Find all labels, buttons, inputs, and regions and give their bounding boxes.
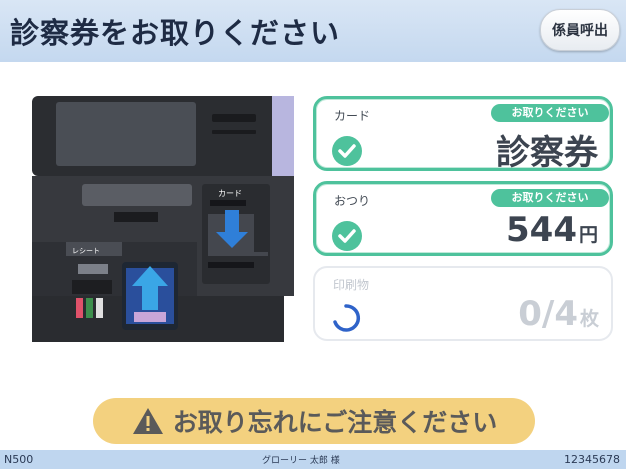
receipt-slot-label: レシート	[72, 247, 100, 255]
call-staff-button[interactable]: 係員呼出	[540, 9, 620, 51]
printout-item-label: 印刷物	[333, 278, 370, 292]
patient-name: グローリー 太郎 様	[262, 456, 340, 466]
printout-item-card: 印刷物 0/4 枚	[313, 266, 613, 341]
check-icon	[332, 136, 362, 166]
terminal-id: N500	[4, 453, 34, 466]
card-item-card: カード お取りください 診察券	[313, 96, 613, 173]
warning-icon	[132, 408, 163, 434]
warning-banner: お取り忘れにご注意ください	[93, 398, 535, 444]
kiosk-machine-illustration: カード レシート	[32, 96, 294, 342]
header-bar: 診察券をお取りください 係員呼出	[0, 0, 626, 62]
card-item-label: カード	[334, 109, 371, 123]
card-item-value: 診察券	[496, 133, 598, 173]
status-badge: お取りください	[491, 104, 609, 122]
change-item-card: おつり お取りください 544 円	[313, 181, 613, 256]
patient-number: 12345678	[564, 453, 620, 466]
spinner-icon	[331, 303, 361, 333]
page-title: 診察券をお取りください	[10, 16, 341, 50]
card-slot-label: カード	[218, 189, 242, 198]
warning-text: お取り忘れにご注意ください	[172, 408, 498, 437]
printout-item-value: 0/4 枚	[518, 294, 599, 334]
change-item-label: おつり	[334, 194, 371, 208]
change-item-value: 544 円	[506, 210, 598, 250]
status-badge: お取りください	[491, 189, 609, 207]
footer-bar: N500 グローリー 太郎 様 12345678	[0, 450, 626, 469]
check-icon	[332, 221, 362, 251]
